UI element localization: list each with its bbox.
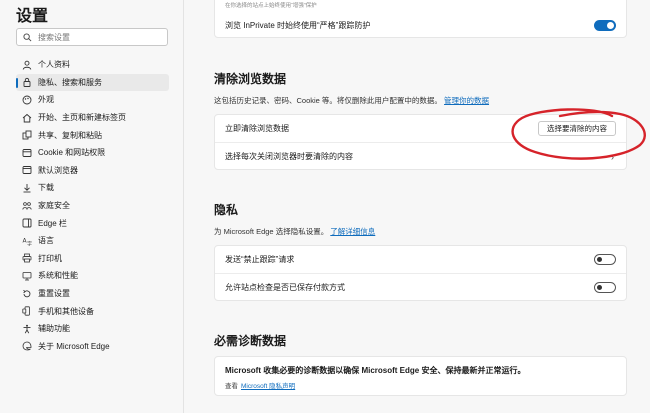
sidebar-item-start-home[interactable]: 开始、主页和新建标签页: [16, 109, 169, 127]
sidebar-item-reset[interactable]: 重置设置: [16, 285, 169, 303]
clear-now-row: 立即清除浏览数据 选择要清除的内容: [215, 115, 626, 142]
sidebar-item-label: 隐私、搜索和服务: [38, 77, 102, 87]
inprivate-toggle[interactable]: [594, 20, 616, 31]
cookie-icon: [21, 147, 32, 158]
clear-on-close-row[interactable]: 选择每次关闭浏览器时要清除的内容 ›: [215, 143, 626, 170]
sidebar-item-printers[interactable]: 打印机: [16, 250, 169, 268]
sidebar-item-label: 辅助功能: [38, 324, 70, 334]
profile-icon: [21, 59, 32, 70]
settings-content: 在你选择的站点上始终使用“增强”保护 浏览 InPrivate 时始终使用“严格…: [184, 0, 650, 413]
payment-label: 允许站点检查是否已保存付款方式: [225, 283, 345, 292]
tracking-card: 在你选择的站点上始终使用“增强”保护 浏览 InPrivate 时始终使用“严格…: [214, 0, 627, 38]
privacy-card: 发送“禁止跟踪”请求 允许站点检查是否已保存付款方式: [214, 245, 627, 301]
diagnostics-card: Microsoft 收集必要的诊断数据以确保 Microsoft Edge 安全…: [214, 356, 627, 396]
sidebar-item-family[interactable]: 家庭安全: [16, 197, 169, 215]
clear-data-desc: 这包括历史记录、密码、Cookie 等。将仅删除此用户配置中的数据。 管理你的数…: [214, 96, 490, 105]
inprivate-row: 浏览 InPrivate 时始终使用“严格”跟踪防护: [215, 15, 626, 35]
system-icon: [21, 270, 32, 281]
sidebar-item-system[interactable]: 系统和性能: [16, 267, 169, 285]
inprivate-label: 浏览 InPrivate 时始终使用“严格”跟踪防护: [225, 20, 371, 30]
settings-sidebar: 设置 个人资料 隐私、搜索和服务 外观 开始、主页和新建标签页 共享、复制和粘贴…: [0, 0, 184, 413]
clear-data-card: 立即清除浏览数据 选择要清除的内容 选择每次关闭浏览器时要清除的内容 ›: [214, 114, 627, 170]
sidebar-item-label: 语言: [38, 236, 54, 246]
sidebar-item-language[interactable]: A字 语言: [16, 232, 169, 250]
edge-icon: [21, 341, 32, 352]
sidebar-item-label: 重置设置: [38, 289, 70, 299]
privacy-title: 隐私: [214, 203, 239, 217]
choose-what-to-clear-button[interactable]: 选择要清除的内容: [538, 121, 616, 136]
browser-icon: [21, 165, 32, 176]
sidebar-item-label: 打印机: [38, 253, 62, 263]
sidebar-item-label: 个人资料: [38, 60, 70, 70]
sidebar-item-downloads[interactable]: 下载: [16, 179, 169, 197]
share-icon: [21, 130, 32, 141]
sidebar-item-label: 开始、主页和新建标签页: [38, 113, 126, 123]
clear-data-title: 清除浏览数据: [214, 72, 287, 86]
learn-more-link[interactable]: 了解详细信息: [330, 227, 375, 236]
dnt-toggle[interactable]: [594, 254, 616, 265]
sidebar-item-appearance[interactable]: 外观: [16, 91, 169, 109]
sidebar-item-profile[interactable]: 个人资料: [16, 56, 169, 74]
search-input[interactable]: [38, 32, 158, 42]
settings-nav: 个人资料 隐私、搜索和服务 外观 开始、主页和新建标签页 共享、复制和粘贴 Co…: [16, 56, 169, 355]
sidebar-item-accessibility[interactable]: 辅助功能: [16, 320, 169, 338]
accessibility-icon: [21, 323, 32, 334]
diagnostics-desc: Microsoft 收集必要的诊断数据以确保 Microsoft Edge 安全…: [225, 365, 526, 375]
sidebar-item-phone[interactable]: 手机和其他设备: [16, 302, 169, 320]
lock-icon: [21, 77, 32, 88]
privacy-statement-link[interactable]: Microsoft 隐私声明: [241, 380, 295, 390]
sidebar-item-edge-bar[interactable]: Edge 栏: [16, 214, 169, 232]
sidebar-item-about[interactable]: 关于 Microsoft Edge: [16, 338, 169, 356]
privacy-desc: 为 Microsoft Edge 选择隐私设置。 了解详细信息: [214, 227, 376, 236]
sidebar-item-label: 关于 Microsoft Edge: [38, 341, 110, 351]
home-icon: [21, 112, 32, 123]
sidebar-item-label: Cookie 和网站权限: [38, 148, 106, 158]
payment-row: 允许站点检查是否已保存付款方式: [215, 274, 626, 301]
partial-text: 在你选择的站点上始终使用“增强”保护: [225, 3, 317, 9]
printer-icon: [21, 253, 32, 264]
chevron-right-icon: ›: [611, 151, 614, 162]
language-icon: A字: [21, 235, 32, 246]
family-icon: [21, 200, 32, 211]
sidebar-item-privacy[interactable]: 隐私、搜索和服务: [16, 73, 169, 92]
appearance-icon: [21, 94, 32, 105]
dnt-row: 发送“禁止跟踪”请求: [215, 246, 626, 273]
reset-icon: [21, 288, 32, 299]
phone-icon: [21, 306, 32, 317]
sidebar-item-label: 默认浏览器: [38, 165, 78, 175]
sidebar-item-label: 外观: [38, 95, 54, 105]
search-box[interactable]: [16, 28, 168, 46]
sidebar-item-share[interactable]: 共享、复制和粘贴: [16, 126, 169, 144]
sidebar-item-cookies[interactable]: Cookie 和网站权限: [16, 144, 169, 162]
manage-data-link[interactable]: 管理你的数据: [444, 96, 489, 105]
sidebar-item-label: 手机和其他设备: [38, 306, 94, 316]
search-icon: [23, 32, 32, 41]
download-icon: [21, 182, 32, 193]
view-prefix: 查看: [225, 383, 238, 390]
clear-now-label: 立即清除浏览数据: [225, 124, 289, 133]
edge-bar-icon: [21, 218, 32, 229]
sidebar-item-label: 系统和性能: [38, 271, 78, 281]
clear-on-close-label: 选择每次关闭浏览器时要清除的内容: [225, 152, 353, 161]
diagnostics-title: 必需诊断数据: [214, 334, 287, 348]
sidebar-item-label: 家庭安全: [38, 201, 70, 211]
sidebar-item-label: 共享、复制和粘贴: [38, 130, 102, 140]
dnt-label: 发送“禁止跟踪”请求: [225, 255, 295, 264]
sidebar-item-label: 下载: [38, 183, 54, 193]
sidebar-item-default-browser[interactable]: 默认浏览器: [16, 162, 169, 180]
settings-title: 设置: [16, 8, 49, 25]
sidebar-item-label: Edge 栏: [38, 218, 67, 228]
payment-toggle[interactable]: [594, 282, 616, 293]
svg-text:字: 字: [27, 240, 32, 246]
